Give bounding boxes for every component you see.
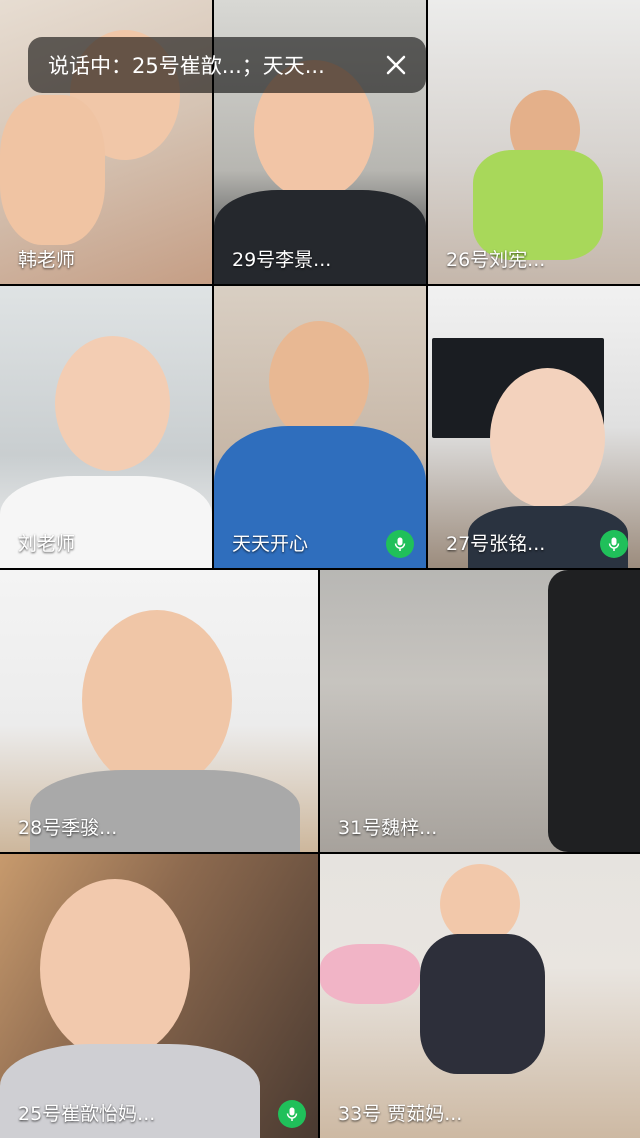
video-tile-5[interactable]: 天天开心: [214, 286, 426, 568]
participant-label: 33号 贾茹妈...: [338, 1103, 463, 1125]
participant-hand: [0, 95, 105, 245]
participant-body: [473, 150, 603, 260]
microphone-icon: [394, 537, 406, 551]
speaking-indicator: [278, 1100, 306, 1128]
participant-label: 29号李景...: [232, 249, 332, 271]
call-status-text: 说话中：25号崔歆...；天天...: [48, 54, 325, 78]
video-tile-6[interactable]: 27号张铭...: [428, 286, 640, 568]
participant-face: [55, 336, 170, 471]
speaking-indicator: [386, 530, 414, 558]
participant-label: 28号季骏...: [18, 817, 118, 839]
participant-face: [40, 879, 190, 1059]
call-status-banner[interactable]: 说话中：25号崔歆...；天天...: [28, 37, 426, 93]
microphone-icon: [608, 537, 620, 551]
participant-body: [420, 934, 545, 1074]
participant-face: [82, 610, 232, 790]
video-tile-8[interactable]: 31号魏梓...: [320, 570, 640, 852]
video-tile-9[interactable]: 25号崔歆怡妈...: [0, 854, 318, 1138]
participant-label: 26号刘宪...: [446, 249, 546, 271]
participant-label: 25号崔歆怡妈...: [18, 1103, 156, 1125]
participant-label: 刘老师: [18, 533, 76, 555]
participant-label: 27号张铭...: [446, 533, 546, 555]
video-tile-10[interactable]: 33号 贾茹妈...: [320, 854, 640, 1138]
participant-label: 天天开心: [232, 533, 309, 555]
participant-face: [269, 321, 369, 441]
video-tile-4[interactable]: 刘老师: [0, 286, 212, 568]
participant-face: [440, 864, 520, 944]
video-tile-7[interactable]: 28号季骏...: [0, 570, 318, 852]
car-seat: [548, 570, 640, 852]
microphone-icon: [286, 1107, 298, 1121]
speaking-indicator: [600, 530, 628, 558]
participant-label: 31号魏梓...: [338, 817, 438, 839]
close-button[interactable]: [372, 41, 420, 89]
participant-face: [490, 368, 605, 508]
close-icon: [386, 55, 406, 75]
participant-label: 韩老师: [18, 249, 76, 271]
video-tile-3[interactable]: 26号刘宪...: [428, 0, 640, 284]
blanket: [320, 944, 420, 1004]
